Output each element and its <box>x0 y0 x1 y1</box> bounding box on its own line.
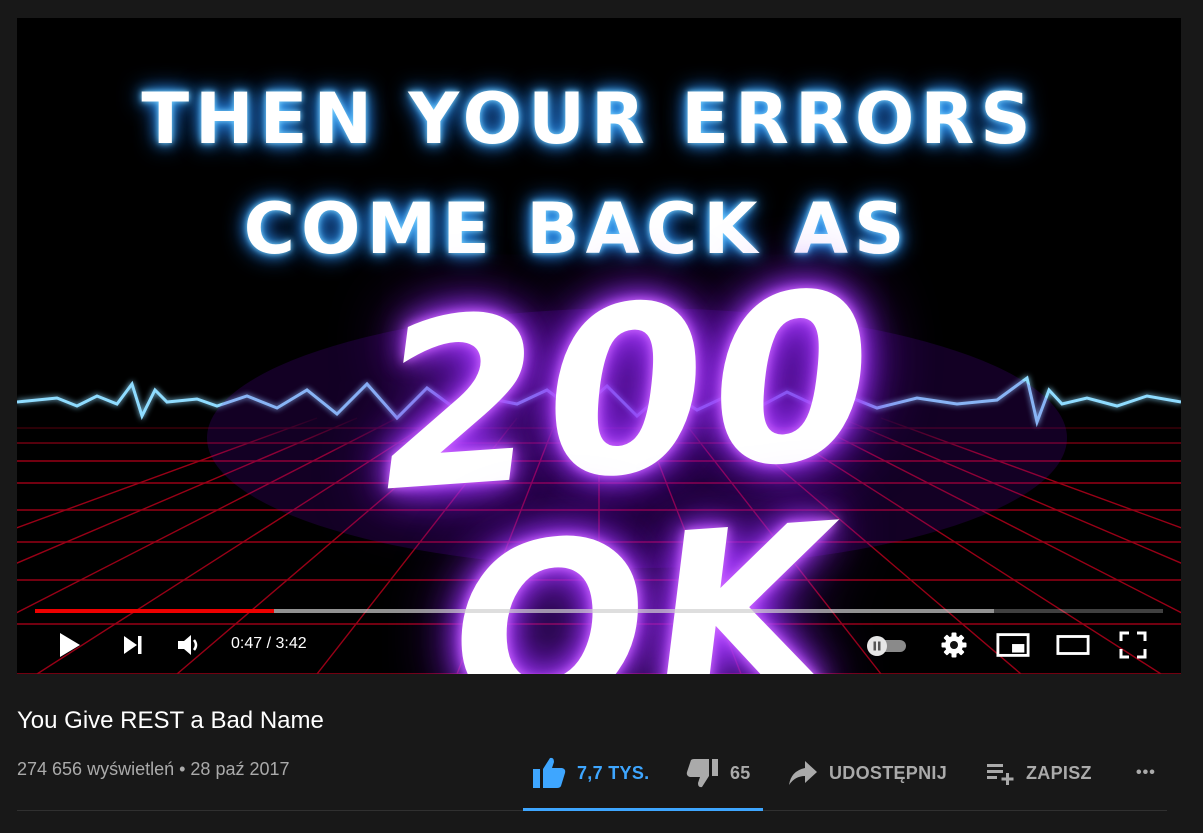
like-count: 7,7 TYS. <box>577 762 650 783</box>
video-player[interactable]: THEN YOUR ERRORS COME BACK AS 200 OK 0:4… <box>17 18 1181 674</box>
time-display: 0:47 / 3:42 <box>231 635 307 653</box>
fullscreen-button[interactable] <box>1116 628 1150 662</box>
miniplayer-button[interactable] <box>996 628 1030 662</box>
play-button[interactable] <box>52 628 86 662</box>
thumbs-up-icon <box>533 757 566 788</box>
thumbs-down-icon <box>686 759 718 788</box>
dislike-button[interactable]: 65 <box>686 755 751 791</box>
like-button[interactable]: 7,7 TYS. <box>531 755 649 791</box>
autoplay-toggle[interactable] <box>865 628 909 662</box>
settings-button[interactable] <box>937 628 971 662</box>
save-label: ZAPISZ <box>1026 762 1092 783</box>
volume-icon <box>178 635 198 655</box>
miniplayer-icon <box>996 633 1030 657</box>
next-icon <box>124 636 142 654</box>
more-icon: ••• <box>1136 764 1156 781</box>
settings-icon <box>941 632 967 658</box>
more-actions-button[interactable]: ••• <box>1136 755 1156 791</box>
time-separator: / <box>262 635 276 652</box>
next-button[interactable] <box>116 628 150 662</box>
save-button[interactable]: ZAPISZ <box>986 755 1092 791</box>
progress-bar[interactable] <box>35 609 1163 613</box>
share-icon <box>789 761 817 785</box>
fullscreen-icon <box>1119 631 1147 659</box>
player-controls: 0:47 / 3:42 <box>17 620 1181 670</box>
autoplay-toggle-icon <box>867 636 906 656</box>
share-label: UDOSTĘPNIJ <box>829 762 948 783</box>
overlay-text-line1: THEN YOUR ERRORS <box>141 78 1037 160</box>
action-bar: 7,7 TYS. 65 UDOSTĘPNIJ ZAPISZ ••• <box>0 755 1203 795</box>
playlist-add-icon <box>987 764 1014 785</box>
play-icon <box>60 633 80 657</box>
sentiment-bar <box>523 808 763 811</box>
time-current: 0:47 <box>231 635 263 652</box>
share-button[interactable]: UDOSTĘPNIJ <box>787 755 947 791</box>
volume-button[interactable] <box>172 628 206 662</box>
time-total: 3:42 <box>275 635 307 652</box>
theater-icon <box>1056 635 1090 655</box>
video-title: You Give REST a Bad Name <box>17 707 324 734</box>
theater-button[interactable] <box>1056 628 1090 662</box>
progress-played <box>35 609 275 613</box>
dislike-count: 65 <box>730 762 751 783</box>
